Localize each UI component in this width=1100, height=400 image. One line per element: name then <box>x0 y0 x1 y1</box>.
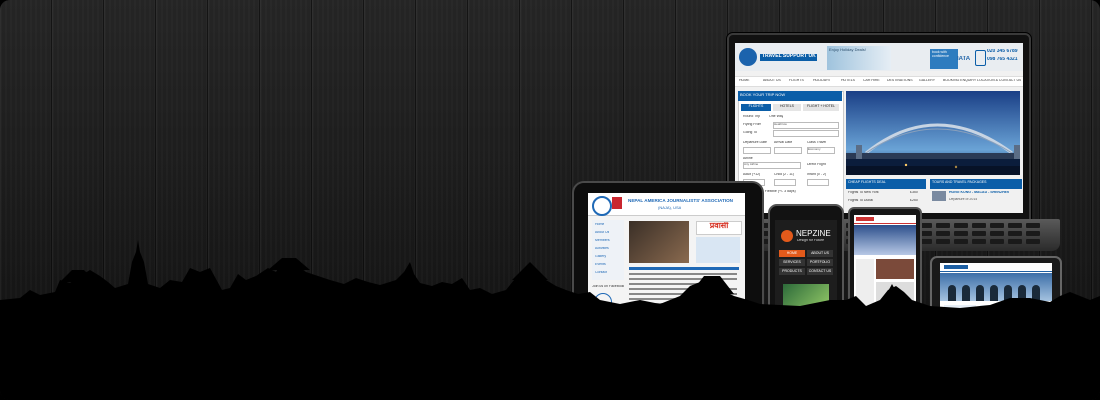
temple-skyline-silhouette <box>0 240 1100 400</box>
hero-banner: TRAVEL SUPPORT UK Enjoy Holiday Deals! b… <box>0 0 1100 400</box>
